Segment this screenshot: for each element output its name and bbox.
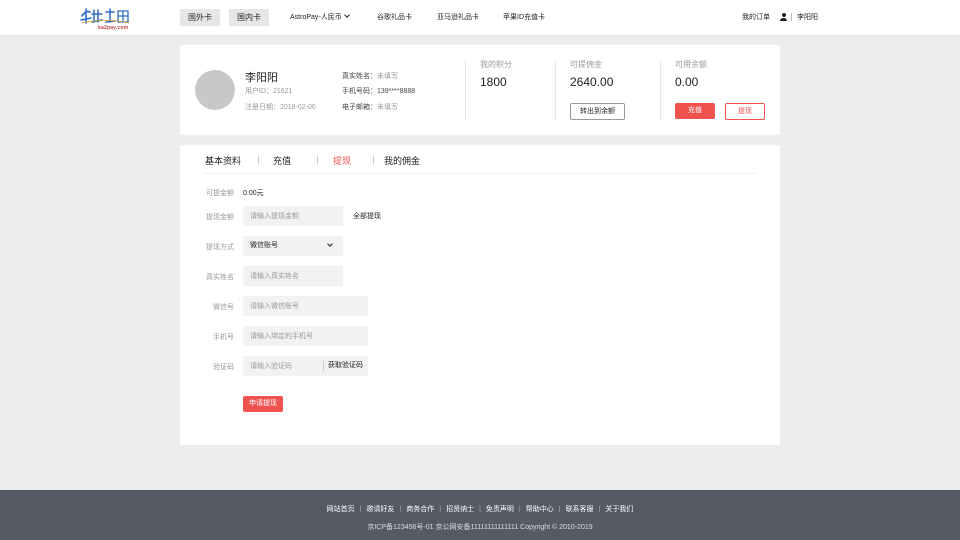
balance-value: 0.00 [675,75,699,89]
reg-date: 注册日期：2018-02-06 [245,102,316,112]
real-name-input[interactable] [243,266,343,286]
withdraw-method-value: 微信账号 [250,242,278,249]
recharge-button[interactable]: 充值 [675,103,715,119]
footer-link-about[interactable]: 关于我们 [605,506,633,513]
chevron-down-icon [343,12,350,18]
wechat-input[interactable] [243,296,368,316]
tab-divider [373,156,374,164]
withdraw-method-select[interactable]: 微信账号 [243,236,343,256]
nav-google-giftcard[interactable]: 谷歌礼品卡 [377,12,412,22]
tab-my-commission[interactable]: 我的佣金 [384,154,420,167]
available-amount-label: 可提金额 [206,190,234,197]
avatar [195,70,235,110]
real-name-field-label: 真实姓名 [206,274,234,281]
footer-sep: | [439,506,442,513]
logo-domain: ka2pay.com [98,25,129,31]
user-id-label: 用户ID： [245,88,273,95]
nav-divider [791,13,792,21]
commission-value: 2640.00 [570,75,614,89]
nav-amazon-giftcard[interactable]: 亚马逊礼品卡 [437,12,479,22]
tab-divider [258,156,259,164]
nav-astropay-label: AstroPay-人民币 [290,14,342,21]
footer-sep: | [479,506,481,513]
profile-card: 李阳阳 用户ID：21621 注册日期：2018-02-06 真实姓名：未填写 … [180,45,780,135]
tab-basic-info[interactable]: 基本资料 [205,154,241,167]
footer-link-support[interactable]: 联系客服 [566,506,594,513]
footer-sep: | [598,506,601,513]
commission-label: 可提佣金 [570,60,602,69]
points-value: 1800 [480,75,507,89]
phone-label: 手机号码： [342,88,377,95]
real-name-info: 真实姓名：未填写 [342,71,398,81]
divider [465,60,466,120]
withdraw-amount-input[interactable] [243,206,343,226]
tab-recharge[interactable]: 充值 [273,154,291,167]
points-label: 我的积分 [480,60,512,69]
divider [660,60,661,120]
nav-foreign-card[interactable]: 国外卡 [180,9,220,26]
email-info: 电子邮箱：未填写 [342,102,398,112]
get-code-button[interactable]: 获取验证码 [323,356,368,376]
username-link[interactable]: 李阳阳 [797,12,818,22]
footer-link-disclaimer[interactable]: 免责声明 [486,506,514,513]
divider [555,60,556,120]
tab-withdraw[interactable]: 提现 [333,154,351,167]
nav-domestic-card[interactable]: 国内卡 [229,9,269,26]
withdraw-amount-label: 提现金额 [206,214,234,221]
footer-link-invite[interactable]: 邀请好友 [366,506,394,513]
phone-field-label: 手机号 [213,334,234,341]
transfer-to-balance-button[interactable]: 转出到余额 [570,103,625,120]
footer-link-business[interactable]: 商务合作 [406,506,434,513]
footer-sep: | [558,506,561,513]
withdraw-button[interactable]: 提现 [725,103,765,120]
footer-links: 网站首页 | 邀请好友 | 商务合作 | 招贤纳士 | 免责声明 | 帮助中心 | 联系客服 | 关于我们 [0,504,960,514]
user-id-value: 21621 [273,88,293,95]
top-navbar: ka2pay.com 国外卡 国内卡 AstroPay-人民币 谷歌礼品卡 亚马… [0,0,960,35]
submit-withdraw-button[interactable]: 申请提现 [243,396,283,412]
chevron-down-icon [327,241,333,247]
verify-code-label: 验证码 [213,364,234,371]
reg-date-value: 2018-02-06 [280,104,316,111]
user-id: 用户ID：21621 [245,86,292,96]
real-name-label: 真实姓名： [342,73,377,80]
available-amount-value: 0.00元 [243,190,264,197]
footer: 网站首页 | 邀请好友 | 商务合作 | 招贤纳士 | 免责声明 | 帮助中心 | 联系客服 | 关于我们 … [0,490,960,540]
footer-sep: | [359,506,362,513]
email-label: 电子邮箱： [342,104,377,111]
email-value: 未填写 [377,104,398,111]
verify-code-input[interactable] [243,356,323,376]
balance-label: 可用余额 [675,60,707,69]
user-icon [780,13,787,21]
reg-date-label: 注册日期： [245,104,280,111]
site-logo[interactable]: ka2pay.com [80,6,132,32]
footer-link-help[interactable]: 帮助中心 [526,506,554,513]
nav-apple-id-card[interactable]: 苹果ID充值卡 [503,12,545,22]
tab-divider [317,156,318,164]
logo-mark-icon [80,8,130,24]
phone-value: 139****8888 [377,88,416,95]
nav-astropay[interactable]: AstroPay-人民币 [290,12,350,22]
profile-name: 李阳阳 [245,72,278,84]
withdraw-all-link[interactable]: 全部提现 [353,211,381,221]
phone-input[interactable] [243,326,368,346]
phone-info: 手机号码：139****8888 [342,86,415,96]
footer-sep: | [399,506,402,513]
footer-link-home[interactable]: 网站首页 [327,506,355,513]
withdraw-panel: 基本资料 充值 提现 我的佣金 可提金额 0.00元 提现金额 全部提现 提现方… [180,145,780,445]
footer-copyright: 京ICP备123456号-01 京公网安备11111111111111 Copy… [367,524,593,531]
withdraw-method-label: 提现方式 [206,244,234,251]
footer-sep: | [518,506,521,513]
my-orders-link[interactable]: 我的订单 [742,12,770,22]
real-name-value: 未填写 [377,73,398,80]
account-tabs: 基本资料 充值 提现 我的佣金 [205,154,755,174]
wechat-label: 微信号 [213,304,234,311]
footer-link-jobs[interactable]: 招贤纳士 [446,506,474,513]
